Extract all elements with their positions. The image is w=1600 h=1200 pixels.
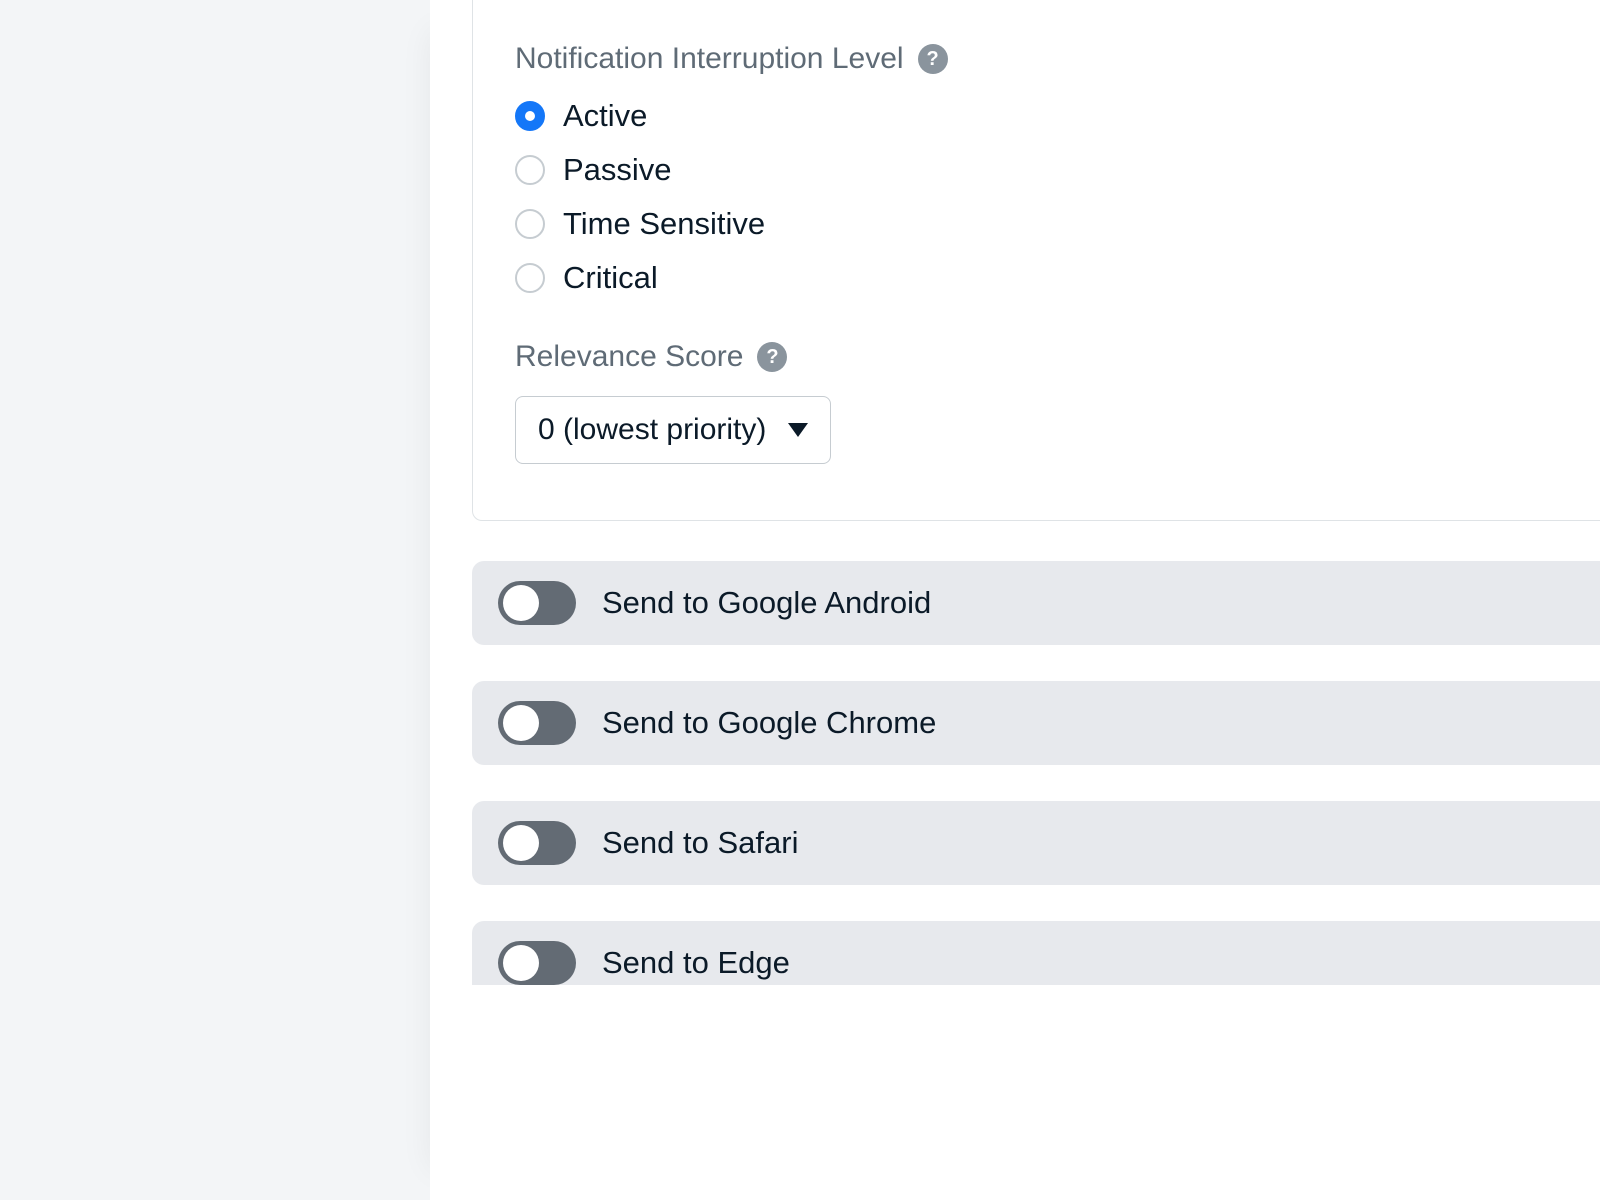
interruption-level-heading-text: Notification Interruption Level bbox=[515, 42, 904, 76]
toggle-knob-icon bbox=[503, 585, 539, 621]
radio-label: Active bbox=[563, 98, 647, 134]
radio-label: Critical bbox=[563, 260, 658, 296]
toggle-knob-icon bbox=[503, 825, 539, 861]
toggle-label: Send to Safari bbox=[602, 825, 798, 861]
toggle-label: Send to Google Android bbox=[602, 585, 931, 621]
radio-indicator-icon bbox=[515, 209, 545, 239]
toggle-row-google-android[interactable]: Send to Google Android bbox=[472, 561, 1600, 645]
relevance-score-select[interactable]: 0 (lowest priority) bbox=[515, 396, 831, 464]
platform-toggle-list: Send to Google Android Send to Google Ch… bbox=[472, 561, 1600, 985]
interruption-level-heading: Notification Interruption Level ? bbox=[515, 42, 1600, 76]
radio-critical[interactable]: Critical bbox=[515, 260, 1600, 296]
toggle-knob-icon bbox=[503, 705, 539, 741]
toggle-switch[interactable] bbox=[498, 581, 576, 625]
chevron-down-icon bbox=[788, 423, 808, 437]
toggle-row-edge[interactable]: Send to Edge bbox=[472, 921, 1600, 985]
toggle-switch[interactable] bbox=[498, 821, 576, 865]
radio-indicator-icon bbox=[515, 263, 545, 293]
radio-label: Passive bbox=[563, 152, 672, 188]
toggle-label: Send to Edge bbox=[602, 945, 790, 981]
help-icon[interactable]: ? bbox=[757, 342, 787, 372]
notification-settings-card: Notification Interruption Level ? Active… bbox=[472, 0, 1600, 521]
radio-time-sensitive[interactable]: Time Sensitive bbox=[515, 206, 1600, 242]
relevance-score-heading: Relevance Score ? bbox=[515, 340, 1600, 374]
sidebar-spacer bbox=[0, 0, 430, 1200]
toggle-row-safari[interactable]: Send to Safari bbox=[472, 801, 1600, 885]
relevance-score-heading-text: Relevance Score bbox=[515, 340, 743, 374]
toggle-knob-icon bbox=[503, 945, 539, 981]
radio-active[interactable]: Active bbox=[515, 98, 1600, 134]
relevance-score-value: 0 (lowest priority) bbox=[538, 413, 766, 447]
radio-indicator-icon bbox=[515, 155, 545, 185]
toggle-label: Send to Google Chrome bbox=[602, 705, 936, 741]
toggle-row-google-chrome[interactable]: Send to Google Chrome bbox=[472, 681, 1600, 765]
radio-indicator-icon bbox=[515, 101, 545, 131]
toggle-switch[interactable] bbox=[498, 941, 576, 985]
toggle-switch[interactable] bbox=[498, 701, 576, 745]
main-panel: Notification Interruption Level ? Active… bbox=[430, 0, 1600, 1200]
radio-passive[interactable]: Passive bbox=[515, 152, 1600, 188]
radio-label: Time Sensitive bbox=[563, 206, 765, 242]
help-icon[interactable]: ? bbox=[918, 44, 948, 74]
interruption-level-radio-group: Active Passive Time Sensitive Critical bbox=[515, 98, 1600, 296]
